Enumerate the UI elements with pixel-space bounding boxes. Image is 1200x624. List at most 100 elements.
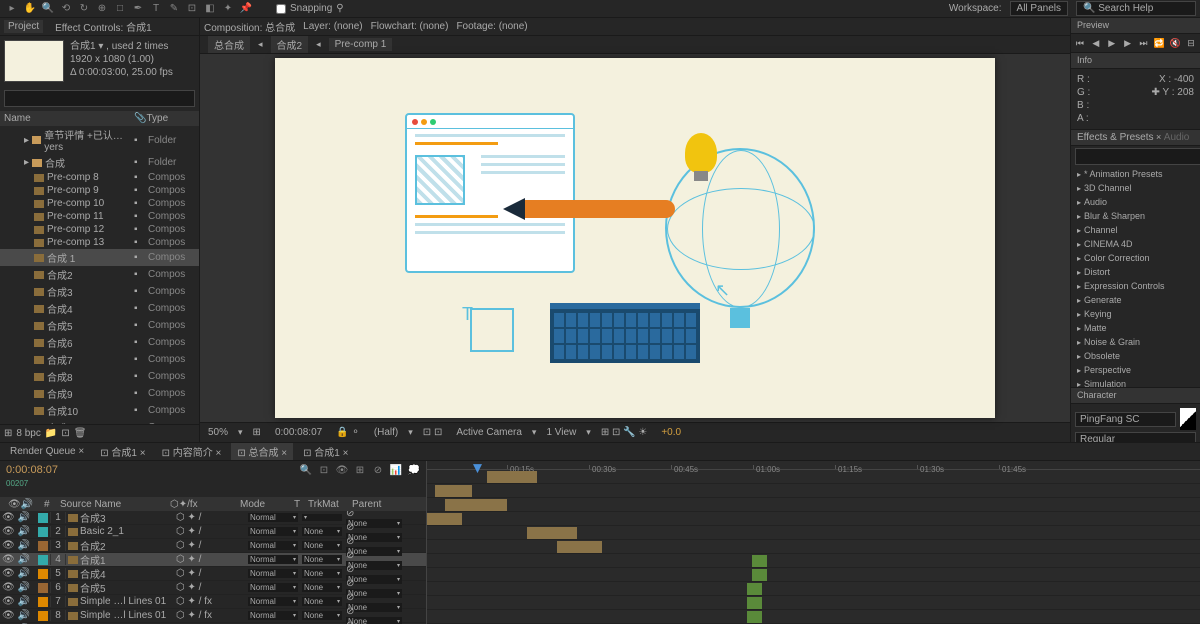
resolution-dropdown[interactable]: (Half) bbox=[370, 426, 402, 439]
brush-tool-icon[interactable]: ✎ bbox=[166, 1, 182, 17]
project-item[interactable]: Pre-comp 9▪Compos bbox=[0, 184, 199, 197]
project-item[interactable]: Pre-comp 8▪Compos bbox=[0, 171, 199, 184]
snapping-toggle[interactable]: Snapping⚲ bbox=[276, 3, 344, 14]
project-item[interactable]: 合成3▪Compos bbox=[0, 283, 199, 300]
next-frame-icon[interactable]: ▶ bbox=[1121, 36, 1135, 50]
rotate-tool-icon[interactable]: ↻ bbox=[76, 1, 92, 17]
project-item[interactable]: ▸ 合成▪Folder bbox=[0, 154, 199, 171]
effect-controls-tab[interactable]: Effect Controls: 合成1 bbox=[51, 18, 156, 35]
color-swatch[interactable] bbox=[1180, 408, 1196, 430]
selection-tool-icon[interactable]: ▸ bbox=[4, 1, 20, 17]
effect-category[interactable]: Blur & Sharpen bbox=[1071, 209, 1200, 223]
orbit-tool-icon[interactable]: ⟲ bbox=[58, 1, 74, 17]
effect-category[interactable]: Channel bbox=[1071, 223, 1200, 237]
project-item[interactable]: 合成2▪Compos bbox=[0, 266, 199, 283]
effect-category[interactable]: Simulation bbox=[1071, 377, 1200, 387]
effects-list[interactable]: * Animation Presets3D ChannelAudioBlur &… bbox=[1071, 167, 1200, 387]
interpret-icon[interactable]: ⊞ bbox=[4, 428, 12, 439]
breadcrumb-item[interactable]: 合成2 bbox=[271, 36, 309, 53]
effect-category[interactable]: Matte bbox=[1071, 321, 1200, 335]
playhead[interactable] bbox=[477, 465, 478, 469]
trash-icon[interactable]: 🗑 bbox=[74, 428, 87, 439]
exposure-value[interactable]: +0.0 bbox=[657, 426, 685, 439]
timeline-tab[interactable]: Render Queue × bbox=[4, 445, 90, 458]
effect-category[interactable]: Obsolete bbox=[1071, 349, 1200, 363]
timeline-tracks[interactable] bbox=[427, 470, 1200, 624]
effects-search-input[interactable] bbox=[1075, 148, 1200, 165]
project-item[interactable]: 合成8▪Compos bbox=[0, 368, 199, 385]
search-help-input[interactable]: 🔍 Search Help bbox=[1076, 1, 1196, 16]
timeline-timecode[interactable]: 0:00:08:07 bbox=[0, 461, 80, 479]
font-dropdown[interactable]: PingFang SC bbox=[1075, 412, 1176, 427]
comp-mini-icon[interactable]: ⊡ bbox=[316, 462, 332, 478]
timeline-tab[interactable]: ⊡ 总合成 × bbox=[231, 443, 293, 460]
project-item[interactable]: 合成9▪Compos bbox=[0, 385, 199, 402]
view-dropdown[interactable]: 1 View bbox=[542, 426, 580, 439]
puppet-tool-icon[interactable]: 📌 bbox=[238, 1, 254, 17]
play-icon[interactable]: ▶ bbox=[1105, 36, 1119, 50]
effect-category[interactable]: Expression Controls bbox=[1071, 279, 1200, 293]
zoom-tool-icon[interactable]: 🔍 bbox=[40, 1, 56, 17]
mute-icon[interactable]: 🔇 bbox=[1168, 36, 1182, 50]
prev-frame-icon[interactable]: ◀ bbox=[1089, 36, 1103, 50]
effect-category[interactable]: Keying bbox=[1071, 307, 1200, 321]
loop-icon[interactable]: 🔁 bbox=[1152, 36, 1166, 50]
timeline-tab[interactable]: ⊡ 合成1 × bbox=[297, 443, 354, 460]
project-item[interactable]: Pre-comp 13▪Compos bbox=[0, 236, 199, 249]
project-item[interactable]: Pre-comp 12▪Compos bbox=[0, 223, 199, 236]
frame-blend-icon[interactable]: ⊞ bbox=[352, 462, 368, 478]
bpc-toggle[interactable]: 8 bpc bbox=[16, 428, 40, 439]
project-item[interactable]: ▸ 章节评情 +已认…yers▪Folder bbox=[0, 126, 199, 154]
project-item[interactable]: Pre-comp 11▪Compos bbox=[0, 210, 199, 223]
camera-dropdown[interactable]: Active Camera bbox=[452, 426, 526, 439]
composition-viewer[interactable]: ↖ bbox=[200, 54, 1070, 422]
stamp-tool-icon[interactable]: ⊡ bbox=[184, 1, 200, 17]
effect-category[interactable]: Audio bbox=[1071, 195, 1200, 209]
effect-category[interactable]: Generate bbox=[1071, 293, 1200, 307]
text-tool-icon[interactable]: T bbox=[148, 1, 164, 17]
last-frame-icon[interactable]: ⏭ bbox=[1137, 36, 1151, 50]
project-search-input[interactable] bbox=[4, 90, 195, 107]
project-item[interactable]: 合成7▪Compos bbox=[0, 351, 199, 368]
ram-preview-icon[interactable]: ⊟ bbox=[1184, 36, 1198, 50]
timeline-tab[interactable]: ⊡ 合成1 × bbox=[94, 443, 151, 460]
new-folder-icon[interactable]: 📁 bbox=[45, 428, 57, 439]
effect-category[interactable]: Noise & Grain bbox=[1071, 335, 1200, 349]
shy-icon[interactable]: 👁 bbox=[334, 462, 350, 478]
brainstorm-icon[interactable]: 💭 bbox=[406, 462, 422, 478]
flowchart-panel-tab[interactable]: Flowchart: (none) bbox=[371, 21, 449, 32]
rect-tool-icon[interactable]: □ bbox=[112, 1, 128, 17]
timeline-tab[interactable]: ⊡ 内容简介 × bbox=[156, 443, 228, 460]
eraser-tool-icon[interactable]: ◧ bbox=[202, 1, 218, 17]
anchor-tool-icon[interactable]: ⊕ bbox=[94, 1, 110, 17]
project-tree[interactable]: ▸ 章节评情 +已认…yers▪Folder▸ 合成▪Folder Pre-co… bbox=[0, 126, 199, 424]
new-comp-icon[interactable]: ⊡ bbox=[61, 428, 69, 439]
footage-panel-tab[interactable]: Footage: (none) bbox=[456, 21, 527, 32]
effect-category[interactable]: Distort bbox=[1071, 265, 1200, 279]
roto-tool-icon[interactable]: ✦ bbox=[220, 1, 236, 17]
pen-tool-icon[interactable]: ✒ bbox=[130, 1, 146, 17]
graph-editor-icon[interactable]: 📊 bbox=[388, 462, 404, 478]
workspace-dropdown[interactable]: All Panels bbox=[1010, 1, 1068, 16]
breadcrumb-item[interactable]: 总合成 bbox=[208, 36, 250, 53]
hand-tool-icon[interactable]: ✋ bbox=[22, 1, 38, 17]
effect-category[interactable]: Color Correction bbox=[1071, 251, 1200, 265]
effect-category[interactable]: Perspective bbox=[1071, 363, 1200, 377]
layer-list[interactable]: 👁 🔊1合成3⬡ ✦ / Normal⊘ None👁 🔊2Basic 2_1⬡ … bbox=[0, 511, 426, 624]
effect-category[interactable]: 3D Channel bbox=[1071, 181, 1200, 195]
project-item[interactable]: 合成6▪Compos bbox=[0, 334, 199, 351]
first-frame-icon[interactable]: ⏮ bbox=[1073, 36, 1087, 50]
effect-category[interactable]: * Animation Presets bbox=[1071, 167, 1200, 181]
composition-panel-tab[interactable]: Composition: 总合成 bbox=[204, 19, 295, 34]
project-item[interactable]: 合成10▪Compos bbox=[0, 402, 199, 419]
timecode-display[interactable]: 0:00:08:07 bbox=[271, 426, 326, 439]
effect-category[interactable]: CINEMA 4D bbox=[1071, 237, 1200, 251]
project-tab[interactable]: Project bbox=[4, 20, 43, 33]
project-item[interactable]: 合成5▪Compos bbox=[0, 317, 199, 334]
project-item[interactable]: 合成 1▪Compos bbox=[0, 249, 199, 266]
project-item[interactable]: 合成4▪Compos bbox=[0, 300, 199, 317]
zoom-dropdown[interactable]: 50% bbox=[204, 426, 232, 439]
layer-panel-tab[interactable]: Layer: (none) bbox=[303, 21, 362, 32]
search-layers-icon[interactable]: 🔍 bbox=[298, 462, 314, 478]
project-item[interactable]: Pre-comp 10▪Compos bbox=[0, 197, 199, 210]
